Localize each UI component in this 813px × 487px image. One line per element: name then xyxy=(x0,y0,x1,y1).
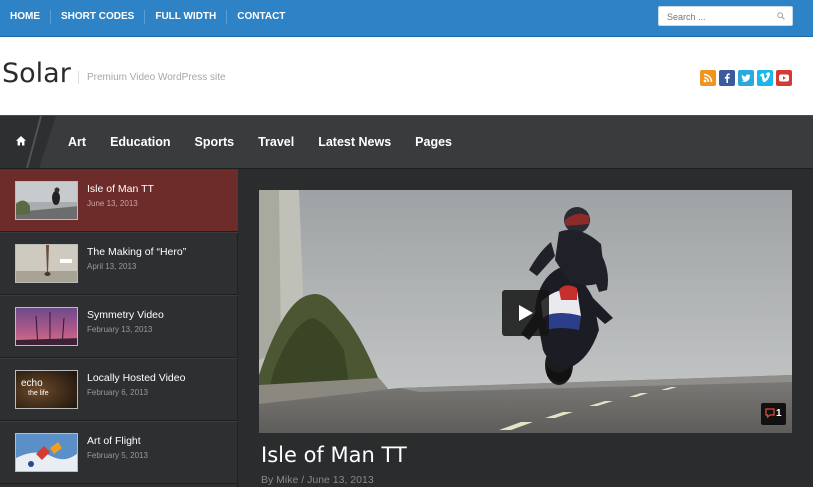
youtube-icon[interactable] xyxy=(776,70,792,86)
video-playlist: Isle of Man TT June 13, 2013 The Making … xyxy=(0,169,238,487)
facebook-icon[interactable] xyxy=(719,70,735,86)
top-bar: HOME SHORT CODES FULL WIDTH CONTACT xyxy=(0,0,813,37)
post-date: June 13, 2013 xyxy=(307,474,374,486)
site-header: Solar Premium Video WordPress site xyxy=(0,37,813,115)
top-nav-short-codes[interactable]: SHORT CODES xyxy=(51,0,144,34)
nav-education[interactable]: Education xyxy=(96,116,180,168)
playlist-item[interactable]: Symmetry Video February 13, 2013 xyxy=(0,295,238,358)
search-box xyxy=(658,6,793,26)
video-thumbnail xyxy=(15,181,78,220)
play-icon xyxy=(519,305,533,321)
comment-count: 1 xyxy=(776,408,782,419)
top-nav: HOME SHORT CODES FULL WIDTH CONTACT xyxy=(0,0,295,34)
meta-separator: / xyxy=(298,474,308,486)
search-icon[interactable] xyxy=(777,12,785,20)
playlist-item[interactable]: The Making of “Hero” April 13, 2013 xyxy=(0,232,238,295)
comment-count-badge[interactable]: 1 xyxy=(761,403,786,425)
playlist-item[interactable]: echo the life Locally Hosted Video Febru… xyxy=(0,358,238,421)
thumbnail-caption: echo the life xyxy=(21,379,49,399)
video-title[interactable]: Isle of Man TT xyxy=(261,443,407,467)
nav-latest-news[interactable]: Latest News xyxy=(304,116,401,168)
video-meta: By Mike / June 13, 2013 xyxy=(261,474,374,486)
playlist-item-title: The Making of “Hero” xyxy=(87,246,187,258)
top-nav-contact[interactable]: CONTACT xyxy=(227,0,295,34)
playlist-item-title: Locally Hosted Video xyxy=(87,372,186,384)
nav-art[interactable]: Art xyxy=(58,116,96,168)
playlist-item-date: February 5, 2013 xyxy=(87,451,148,460)
comment-icon xyxy=(765,408,775,418)
search-input[interactable] xyxy=(659,8,769,26)
video-thumbnail xyxy=(15,244,78,283)
video-thumbnail xyxy=(15,433,78,472)
video-player[interactable]: 1 xyxy=(259,190,792,433)
meta-by-label: By xyxy=(261,474,277,486)
playlist-item-date: June 13, 2013 xyxy=(87,199,138,208)
video-thumbnail: echo the life xyxy=(15,370,78,409)
twitter-icon[interactable] xyxy=(738,70,754,86)
thumbnail-caption-line2: the life xyxy=(28,390,49,397)
social-links xyxy=(700,70,792,86)
thumbnail-caption-line1: echo xyxy=(21,378,43,389)
top-nav-home[interactable]: HOME xyxy=(0,0,50,34)
nav-pages[interactable]: Pages xyxy=(401,116,462,168)
playlist-item[interactable]: Isle of Man TT June 13, 2013 xyxy=(0,169,238,232)
playlist-item-date: February 13, 2013 xyxy=(87,325,153,334)
vimeo-icon[interactable] xyxy=(757,70,773,86)
playlist-item-date: April 13, 2013 xyxy=(87,262,137,271)
main-content: 1 Isle of Man TT By Mike / June 13, 2013 xyxy=(239,169,813,487)
playlist-item-title: Art of Flight xyxy=(87,435,141,447)
main-nav: Art Education Sports Travel Latest News … xyxy=(0,115,813,169)
rss-icon[interactable] xyxy=(700,70,716,86)
site-logo[interactable]: Solar xyxy=(2,58,71,89)
playlist-item-title: Isle of Man TT xyxy=(87,183,154,195)
nav-travel[interactable]: Travel xyxy=(244,116,304,168)
video-thumbnail xyxy=(15,307,78,346)
author-link[interactable]: Mike xyxy=(276,474,298,486)
playlist-item-date: February 6, 2013 xyxy=(87,388,148,397)
category-nav: Art Education Sports Travel Latest News … xyxy=(58,116,462,168)
playlist-item-title: Symmetry Video xyxy=(87,309,164,321)
play-button[interactable] xyxy=(502,290,549,336)
home-icon xyxy=(16,136,26,146)
nav-sports[interactable]: Sports xyxy=(180,116,244,168)
top-nav-full-width[interactable]: FULL WIDTH xyxy=(145,0,226,34)
playlist-item[interactable]: Art of Flight February 5, 2013 xyxy=(0,421,238,484)
site-tagline: Premium Video WordPress site xyxy=(78,71,226,84)
